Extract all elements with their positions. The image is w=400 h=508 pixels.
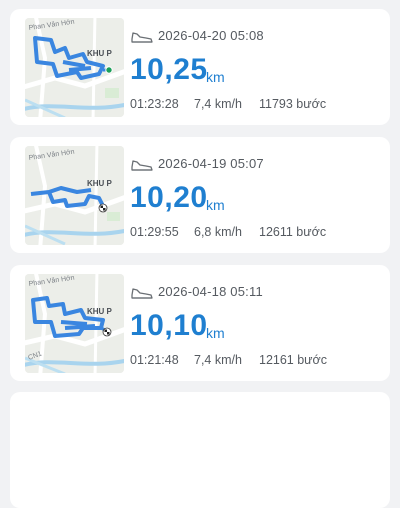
activity-steps: 12161 bước (259, 353, 327, 367)
activity-steps: 12611 bước (259, 225, 327, 239)
map-area-label: KHU P (87, 49, 113, 58)
distance-unit: km (206, 69, 225, 85)
end-marker-icon (105, 66, 113, 74)
activity-speed: 6,8 km/h (194, 225, 242, 239)
map-area-label: KHU P (87, 179, 113, 188)
activity-card[interactable]: Phan Văn Hớn KHU P 2026-04-19 05:07 10,2… (10, 137, 390, 253)
checkered-flag-icon (98, 203, 108, 213)
map-area-label: KHU P (87, 307, 113, 316)
activity-duration: 01:29:55 (130, 225, 179, 239)
activity-steps: 11793 bước (259, 97, 327, 111)
activity-duration: 01:21:48 (130, 353, 179, 367)
shoe-icon (131, 32, 153, 43)
shoe-icon (131, 288, 153, 299)
activity-distance: 10,10 (130, 309, 208, 342)
activity-speed: 7,4 km/h (194, 353, 242, 367)
activity-distance: 10,20 (130, 181, 208, 214)
checkered-flag-icon (102, 327, 112, 337)
distance-unit: km (206, 197, 225, 213)
route-map-thumbnail: Phan Văn Hớn KHU P (25, 18, 124, 117)
distance-unit: km (206, 325, 225, 341)
route-map-thumbnail: Phan Văn Hớn KHU P (25, 146, 124, 245)
activity-card[interactable]: Phan Văn Hớn KHU P 2026-04-20 05:08 10,2… (10, 9, 390, 125)
activity-duration: 01:23:28 (130, 97, 179, 111)
shoe-icon (131, 160, 153, 171)
activity-datetime: 2026-04-20 05:08 (158, 28, 264, 43)
activity-card[interactable]: Phan Văn Hớn KHU P CN1 2026-04-18 05:11 … (10, 265, 390, 381)
activity-card[interactable] (10, 392, 390, 508)
activity-speed: 7,4 km/h (194, 97, 242, 111)
activity-datetime: 2026-04-19 05:07 (158, 156, 264, 171)
route-map-thumbnail: Phan Văn Hớn KHU P CN1 (25, 274, 124, 373)
activity-distance: 10,25 (130, 53, 208, 86)
activity-datetime: 2026-04-18 05:11 (158, 284, 263, 299)
